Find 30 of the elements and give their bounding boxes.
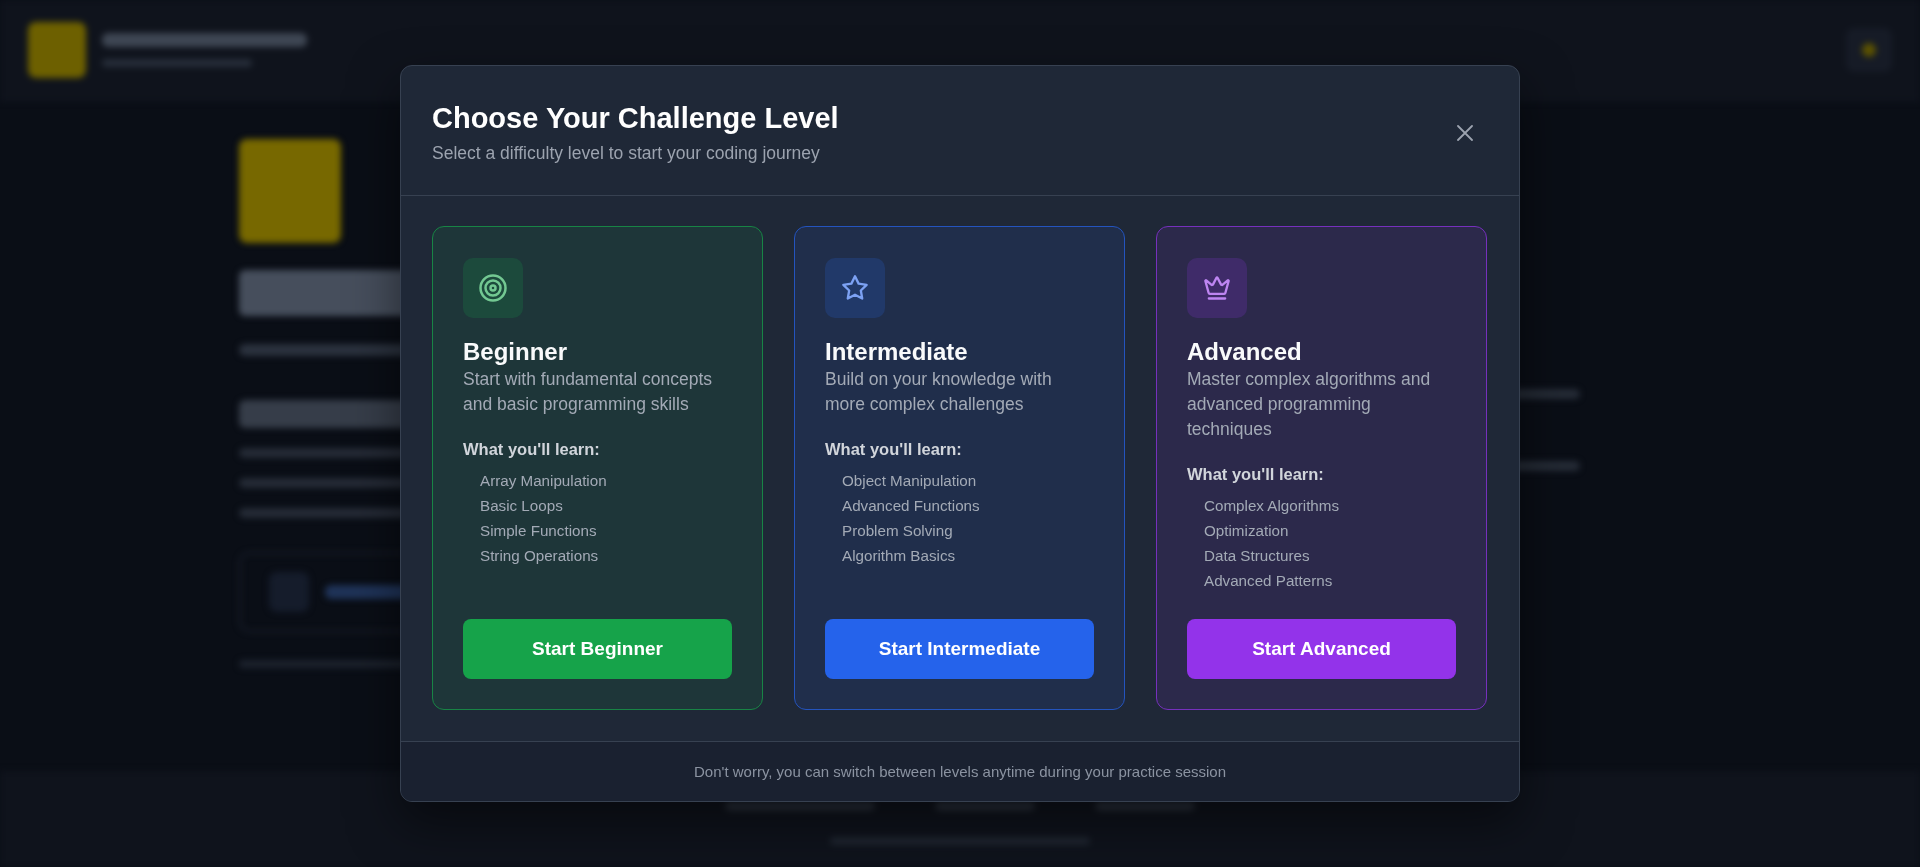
level-description: Build on your knowledge with more complex challenges xyxy=(825,368,1053,416)
topic-item: Advanced Functions xyxy=(842,496,981,516)
topic-item: Simple Functions xyxy=(480,521,598,541)
topic-item: Array Manipulation xyxy=(480,471,608,491)
topic-item: Optimization xyxy=(1204,521,1290,541)
level-description: Start with fundamental concepts and basic programming skills xyxy=(463,368,714,416)
dialog-subtitle: Select a difficulty level to start your coding journey xyxy=(432,142,821,165)
learn-heading: What you'll learn: xyxy=(1187,464,1325,485)
level-title: Beginner xyxy=(463,337,568,367)
topic-item: Problem Solving xyxy=(842,521,954,541)
start-level-button[interactable]: Start Beginner xyxy=(463,619,732,679)
topic-item: Data Structures xyxy=(1204,546,1311,566)
topic-item: Object Manipulation xyxy=(842,471,978,491)
start-level-button[interactable]: Start Intermediate xyxy=(825,619,1094,679)
close-icon xyxy=(1457,124,1473,141)
level-title: Advanced xyxy=(1187,337,1303,367)
learn-heading: What you'll learn: xyxy=(825,439,963,460)
topic-item: Basic Loops xyxy=(480,496,564,516)
start-level-button[interactable]: Start Advanced xyxy=(1187,619,1456,679)
footer-note: Don't worry, you can switch between levels anytime during your practice session xyxy=(693,762,1227,782)
topic-item: Algorithm Basics xyxy=(842,546,957,566)
topic-item: Complex Algorithms xyxy=(1204,496,1341,516)
topic-item: String Operations xyxy=(480,546,600,566)
topic-item: Advanced Patterns xyxy=(1204,571,1334,591)
level-title: Intermediate xyxy=(825,337,969,367)
level-description: Master complex algorithms and advanced programming techniques xyxy=(1187,368,1432,441)
dialog-title: Choose Your Challenge Level xyxy=(432,101,839,136)
crown-icon xyxy=(1187,258,1247,318)
target-icon xyxy=(463,258,523,318)
learn-heading: What you'll learn: xyxy=(463,439,601,460)
